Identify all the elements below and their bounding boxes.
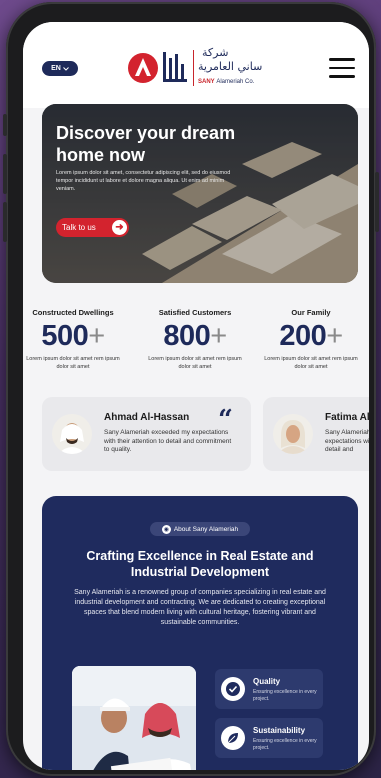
app-screen: EN شركة ساني العامرية SANY Alameriah Co.… [23,22,369,770]
hamburger-icon-bar [329,66,355,69]
volume-up-button [3,154,7,194]
avatar [52,414,92,454]
check-badge-icon [221,677,245,701]
logo-arabic-line2: ساني العامرية [198,60,263,73]
stat-plus: + [326,320,343,352]
stat-plus: + [88,320,105,352]
hamburger-icon-bar [329,75,355,78]
stat-description: Lorem ipsum dolor sit amet rem ipsum dol… [26,356,120,370]
stat-number: 800 [163,320,211,352]
stat-label: Our Family [291,308,331,317]
power-button [375,172,379,232]
about-badge-label: About Sany Alameriah [173,525,239,533]
person-avatar-icon [52,414,92,454]
stat-plus: + [210,320,227,352]
feature-title: Quality [253,677,281,686]
stat-constructed-dwellings: Constructed Dwellings 500+ Lorem ipsum d… [23,308,123,371]
testimonial-card[interactable]: Ahmad Al-Hassan “ Sany Alameriah exceede… [42,397,251,471]
language-selector[interactable]: EN [42,61,78,76]
team-image [72,666,196,770]
logo-mark-icon [128,52,187,83]
about-badge: ◉ About Sany Alameriah [150,522,250,536]
feature-text: Ensuring excellence in every project. [253,689,317,702]
stat-our-family: Our Family 200+ Lorem ipsum dolor sit am… [261,308,361,371]
logo-divider [193,50,194,86]
hero-banner: Discover your dream home now Lorem ipsum… [42,104,358,283]
stat-description: Lorem ipsum dolor sit amet rem ipsum dol… [148,356,242,370]
team-photo [72,666,196,770]
feature-text: Ensuring excellence in every project. [253,738,317,751]
testimonial-name: Fatima Al [325,412,369,423]
about-description: Sany Alameriah is a renowned group of co… [74,589,326,626]
hamburger-icon [329,58,355,61]
avatar [273,414,313,454]
stat-value: 800+ [145,320,245,353]
check-badge-svg [226,682,240,696]
volume-down-button [3,202,7,242]
testimonial-card[interactable]: Fatima Al Sany Alameriah expectations wi… [263,397,369,471]
mute-switch [3,114,7,136]
stat-number: 500 [41,320,89,352]
testimonial-name: Ahmad Al-Hassan [104,412,190,423]
talk-to-us-button[interactable]: Talk to us ➜ [56,218,129,237]
language-label: EN [51,65,61,72]
hamburger-menu-button[interactable] [329,58,355,78]
chevron-down-icon [63,66,69,71]
leaf-icon [221,726,245,750]
feature-sustainability: Sustainability Ensuring excellence in ev… [215,718,323,758]
feature-quality: Quality Ensuring excellence in every pro… [215,669,323,709]
stat-label: Satisfied Customers [158,308,232,317]
talk-to-us-label: Talk to us [62,223,96,232]
testimonial-text: Sany Alameriah expectations with to deta… [325,429,369,453]
hero-description: Lorem ipsum dolor sit amet, consectetur … [56,170,231,192]
logo-brand: SANY [198,79,215,85]
about-section: ◉ About Sany Alameriah Crafting Excellen… [42,496,358,770]
about-title: Crafting Excellence in Real Estate and I… [86,549,314,579]
leaf-svg [227,733,238,744]
stat-number: 200 [279,320,327,352]
phone-frame: EN شركة ساني العامرية SANY Alameriah Co.… [3,2,379,776]
stat-value: 500+ [23,320,123,353]
stat-description: Lorem ipsum dolor sit amet rem ipsum dol… [264,356,358,370]
info-icon: ◉ [161,524,171,534]
hero-title: Discover your dream home now [56,123,236,165]
logo-company-name: Alameriah Co. [216,79,255,85]
person-avatar-icon [273,414,313,454]
stat-satisfied-customers: Satisfied Customers 800+ Lorem ipsum dol… [145,308,245,371]
testimonial-text: Sany Alameriah exceeded my expectations … [104,429,232,453]
stat-label: Constructed Dwellings [32,308,114,317]
site-header: EN شركة ساني العامرية SANY Alameriah Co. [23,22,369,108]
company-logo[interactable]: شركة ساني العامرية SANY Alameriah Co. [127,46,277,90]
arrow-right-icon: ➜ [112,220,127,235]
logo-english-name: SANY Alameriah Co. [198,79,254,85]
feature-title: Sustainability [253,726,306,735]
stat-value: 200+ [261,320,361,353]
logo-arabic-line1: شركة [202,46,229,59]
